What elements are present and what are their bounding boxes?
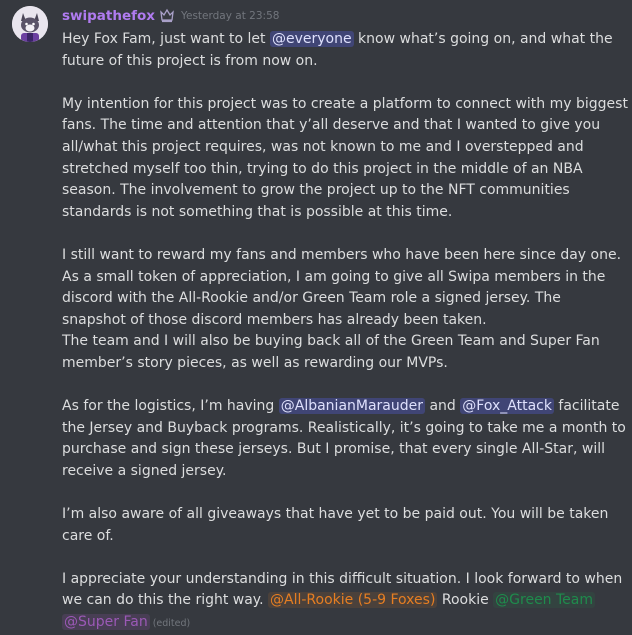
text-segment: and	[425, 398, 461, 415]
message-line: standards is not something that is possi…	[62, 203, 453, 220]
message-line: My intention for this project was to cre…	[62, 95, 628, 112]
username[interactable]: swipathefox	[62, 8, 155, 24]
message-timestamp[interactable]: Yesterday at 23:58	[181, 10, 279, 22]
text-segment: know what’s going on, and what the	[353, 31, 613, 47]
message-line: receive a signed jersey.	[62, 462, 227, 479]
message-line: I still want to reward my fans and membe…	[62, 246, 622, 263]
message-line: I’m also aware of all giveaways that hav…	[62, 506, 609, 523]
mention-albanianmarauder[interactable]: @AlbanianMarauder	[278, 398, 426, 415]
message-line: member’s story pieces, as well as reward…	[62, 354, 448, 371]
sacramento-kings-badge-icon[interactable]	[159, 8, 175, 24]
message-line: future of this project is from now on.	[62, 52, 318, 69]
message-line: discord with the All-Rookie and/or Green…	[62, 290, 561, 307]
message-line: the Jersey and Buyback programs. Realist…	[62, 419, 626, 436]
chat-message: swipathefox Yesterday at 23:58 Hey Fox F…	[0, 0, 632, 631]
message-line: @Super Fan (edited)	[62, 612, 622, 635]
message-line: we can do this the right way. @All-Rooki…	[62, 590, 622, 612]
text-segment: Hey Fox Fam, just want to let	[62, 31, 270, 47]
message-line: The team and I will also be buying back …	[62, 333, 600, 350]
edited-label: (edited)	[152, 618, 191, 630]
message-line: Hey Fox Fam, just want to let @everyone …	[62, 29, 622, 51]
message-line: As a small token of appreciation, I am g…	[62, 268, 606, 285]
message-line: purchase and sign these jerseys. But I p…	[62, 441, 606, 458]
message-content: Hey Fox Fam, just want to let @everyone …	[62, 29, 628, 635]
role-mention-all-rookie[interactable]: @All-Rookie (5-9 Foxes)	[268, 592, 438, 609]
text-segment: we can do this the right way.	[62, 592, 269, 609]
message-line: stretched myself too thin, trying to do …	[62, 160, 583, 177]
message-line: I appreciate your understanding in this …	[62, 570, 623, 587]
message-line: fans. The time and attention that y’all …	[62, 117, 601, 134]
message-line: As for the logistics, I’m having @Albani…	[62, 396, 622, 418]
text-segment: Rookie	[437, 592, 494, 609]
text-segment: facilitate	[553, 398, 620, 415]
mention-fox-attack[interactable]: @Fox_Attack	[460, 398, 554, 415]
user-avatar[interactable]	[12, 6, 48, 42]
message-line: season. The involvement to grow the proj…	[62, 182, 570, 199]
mention-everyone[interactable]: @everyone	[269, 31, 354, 47]
role-mention-super-fan[interactable]: @Super Fan	[62, 614, 150, 631]
role-mention-green-team[interactable]: @Green Team	[493, 592, 596, 609]
message-line: care of.	[62, 527, 114, 544]
message-header: swipathefox Yesterday at 23:58	[62, 6, 279, 26]
message-line: snapshot of those discord members has al…	[62, 311, 487, 328]
text-segment: As for the logistics, I’m having	[62, 398, 279, 415]
fox-avatar-icon	[12, 6, 48, 42]
message-line: all/what this project requires, was not …	[62, 138, 584, 155]
